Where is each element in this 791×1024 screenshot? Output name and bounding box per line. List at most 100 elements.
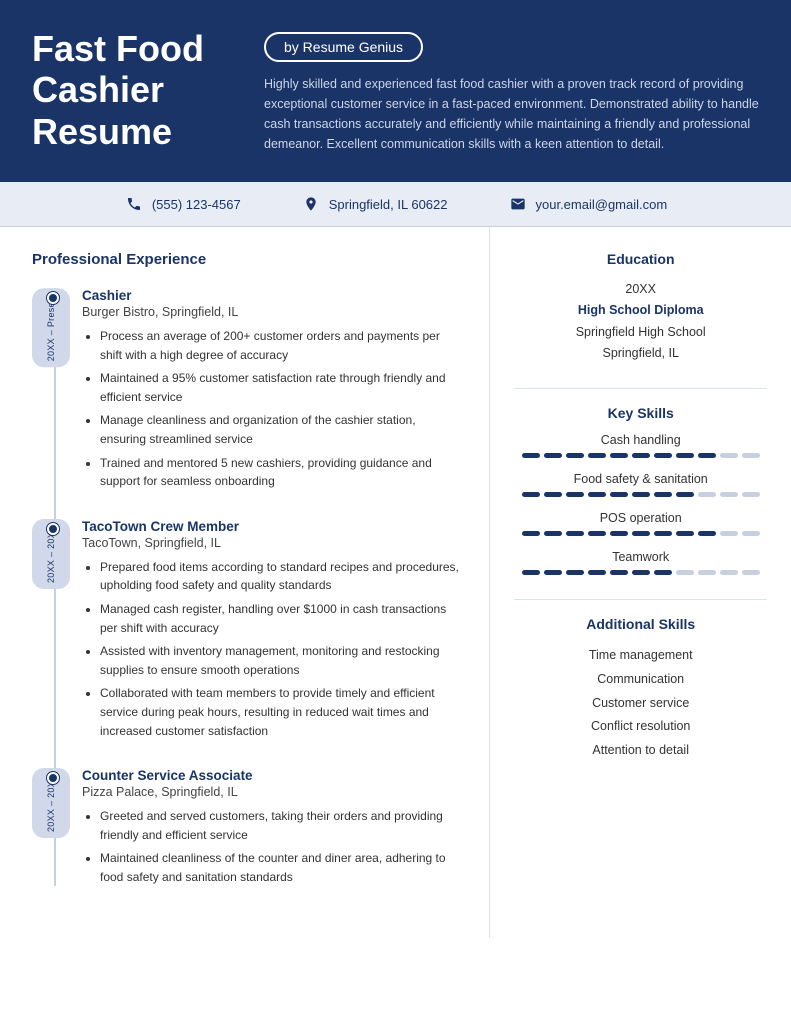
bullet-item: Greeted and served customers, taking the…	[100, 807, 461, 844]
job-bullets: Prepared food items according to standar…	[82, 558, 461, 740]
skill-dash-filled	[632, 531, 650, 536]
skill-dash-empty	[720, 570, 738, 575]
education-block: 20XX High School Diploma Springfield Hig…	[514, 279, 767, 364]
timeline-dot	[47, 772, 59, 784]
skill-dash-filled	[654, 531, 672, 536]
skill-dash-filled	[610, 531, 628, 536]
skill-dash-empty	[720, 453, 738, 458]
skill-dash-empty	[698, 492, 716, 497]
experience-section-title: Professional Experience	[32, 251, 461, 272]
header: Fast Food Cashier Resume by Resume Geniu…	[0, 0, 791, 182]
additional-skill-item: Attention to detail	[514, 739, 767, 763]
skill-dash-filled	[632, 492, 650, 497]
email-text: your.email@gmail.com	[536, 197, 668, 212]
contact-email: your.email@gmail.com	[508, 194, 668, 214]
header-title-block: Fast Food Cashier Resume	[32, 28, 232, 152]
contact-phone: (555) 123-4567	[124, 194, 241, 214]
skill-dash-filled	[654, 453, 672, 458]
additional-skill-item: Customer service	[514, 692, 767, 716]
skill-dash-filled	[610, 492, 628, 497]
skill-dash-filled	[610, 570, 628, 575]
additional-skill-item: Conflict resolution	[514, 715, 767, 739]
skill-dash-filled	[632, 570, 650, 575]
skill-dash-filled	[544, 453, 562, 458]
job-company: Burger Bistro, Springfield, IL	[82, 305, 461, 319]
skill-dash-filled	[588, 492, 606, 497]
location-text: Springfield, IL 60622	[329, 197, 448, 212]
skill-dash-filled	[676, 492, 694, 497]
bullet-item: Manage cleanliness and organization of t…	[100, 411, 461, 448]
skill-dash-empty	[742, 453, 760, 458]
skills-list: Cash handling Food safety & sanitation POS…	[514, 433, 767, 575]
skill-item: Teamwork	[514, 550, 767, 575]
edu-year: 20XX	[514, 279, 767, 300]
skill-dash-filled	[522, 492, 540, 497]
header-summary: Highly skilled and experienced fast food…	[264, 74, 759, 154]
skill-dash-empty	[742, 570, 760, 575]
skill-dash-filled	[522, 453, 540, 458]
skill-dash-filled	[610, 453, 628, 458]
skill-dash-empty	[720, 531, 738, 536]
timeline-dot	[47, 523, 59, 535]
skill-dash-filled	[566, 570, 584, 575]
skill-item: Cash handling	[514, 433, 767, 458]
skill-dash-empty	[720, 492, 738, 497]
main-content: Professional Experience 20XX – PresentCa…	[0, 227, 791, 938]
skill-dash-filled	[566, 492, 584, 497]
job-title: Cashier	[82, 288, 461, 303]
skill-dash-filled	[676, 531, 694, 536]
resume-title: Fast Food Cashier Resume	[32, 28, 232, 152]
additional-skill-item: Communication	[514, 668, 767, 692]
skill-dash-filled	[544, 531, 562, 536]
email-icon	[508, 194, 528, 214]
divider-2	[514, 599, 767, 600]
skill-dash-filled	[566, 453, 584, 458]
bullet-item: Maintained a 95% customer satisfaction r…	[100, 369, 461, 406]
timeline-item: 20XX – 20XXTacoTown Crew MemberTacoTown,…	[82, 519, 461, 740]
skill-dash-filled	[566, 531, 584, 536]
location-icon	[301, 194, 321, 214]
skill-dash-empty	[676, 570, 694, 575]
skill-bar	[514, 492, 767, 497]
key-skills-section: Key Skills Cash handling Food safety & sa…	[514, 405, 767, 575]
skill-dash-empty	[742, 492, 760, 497]
header-right: by Resume Genius Highly skilled and expe…	[264, 28, 759, 154]
skill-dash-empty	[698, 570, 716, 575]
job-bullets: Process an average of 200+ customer orde…	[82, 327, 461, 491]
bullet-item: Assisted with inventory management, moni…	[100, 642, 461, 679]
skill-bar	[514, 453, 767, 458]
bullet-item: Managed cash register, handling over $10…	[100, 600, 461, 637]
edu-location: Springfield, IL	[514, 343, 767, 364]
skill-name: Teamwork	[514, 550, 767, 564]
skill-dash-filled	[588, 531, 606, 536]
skill-dash-filled	[588, 453, 606, 458]
additional-skills-list: Time managementCommunicationCustomer ser…	[514, 644, 767, 763]
divider-1	[514, 388, 767, 389]
bullet-item: Prepared food items according to standar…	[100, 558, 461, 595]
phone-text: (555) 123-4567	[152, 197, 241, 212]
skill-item: POS operation	[514, 511, 767, 536]
skill-name: POS operation	[514, 511, 767, 525]
edu-school: Springfield High School	[514, 322, 767, 343]
skill-dash-filled	[544, 492, 562, 497]
additional-skill-item: Time management	[514, 644, 767, 668]
skill-name: Food safety & sanitation	[514, 472, 767, 486]
skill-item: Food safety & sanitation	[514, 472, 767, 497]
skill-dash-filled	[676, 453, 694, 458]
education-section-title: Education	[514, 251, 767, 267]
left-column: Professional Experience 20XX – PresentCa…	[0, 227, 490, 938]
right-column: Education 20XX High School Diploma Sprin…	[490, 227, 791, 938]
skill-dash-filled	[632, 453, 650, 458]
phone-icon	[124, 194, 144, 214]
bullet-item: Trained and mentored 5 new cashiers, pro…	[100, 454, 461, 491]
timeline-dot	[47, 292, 59, 304]
education-section: Education 20XX High School Diploma Sprin…	[514, 251, 767, 364]
key-skills-title: Key Skills	[514, 405, 767, 421]
skill-dash-filled	[544, 570, 562, 575]
job-bullets: Greeted and served customers, taking the…	[82, 807, 461, 886]
skill-dash-filled	[588, 570, 606, 575]
skill-dash-empty	[742, 531, 760, 536]
bullet-item: Collaborated with team members to provid…	[100, 684, 461, 740]
skill-dash-filled	[698, 531, 716, 536]
skill-name: Cash handling	[514, 433, 767, 447]
